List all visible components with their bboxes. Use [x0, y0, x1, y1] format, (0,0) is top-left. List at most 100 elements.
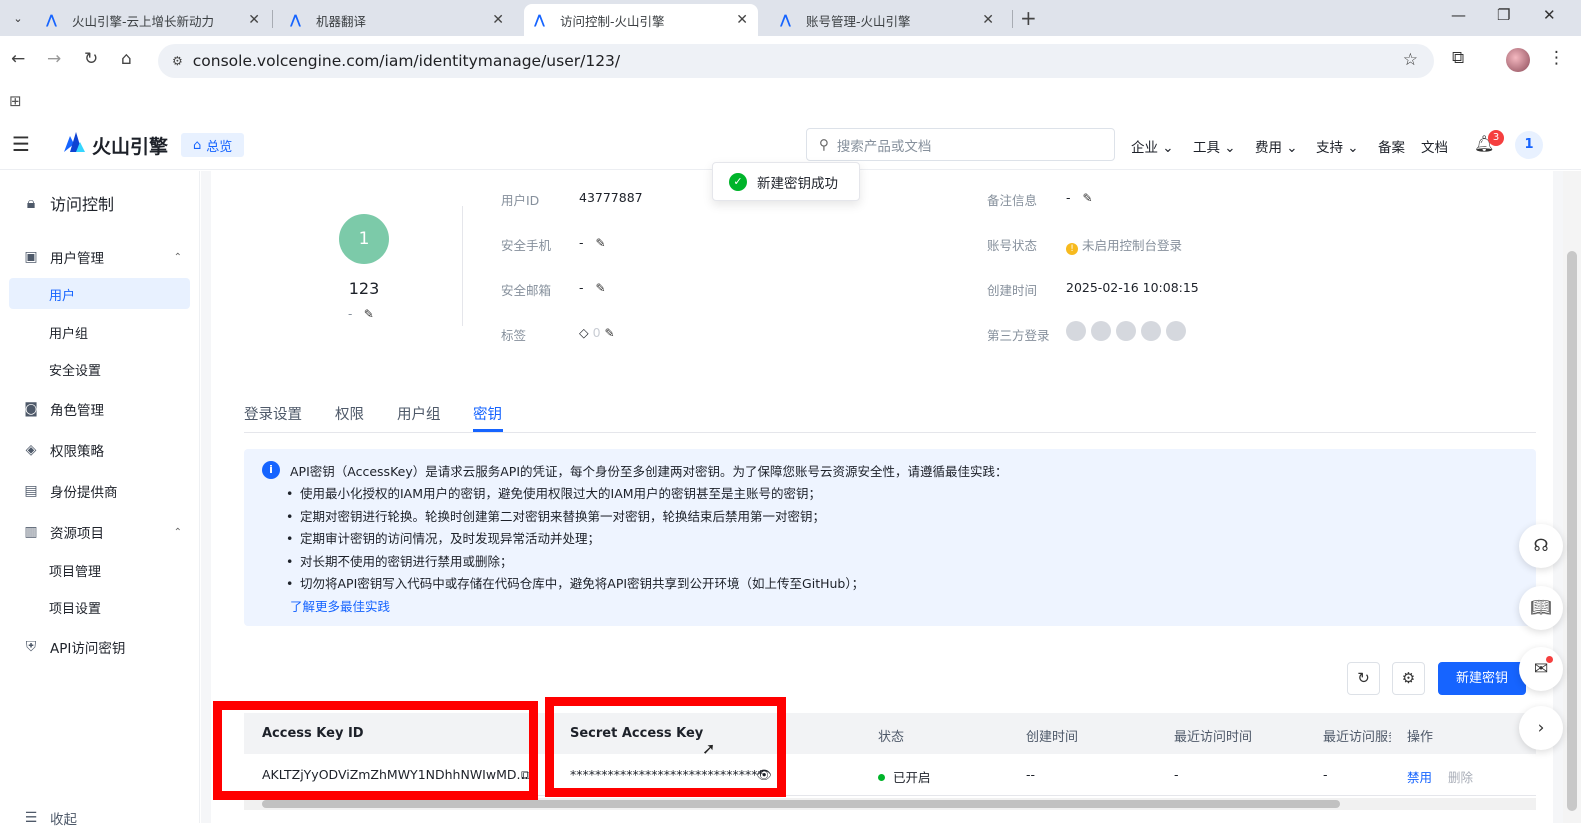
tab-permissions[interactable]: 权限	[335, 403, 364, 424]
close-window-icon[interactable]: ✕	[1543, 6, 1556, 24]
status-cell: 已开启	[878, 767, 931, 786]
console-search-input[interactable]: ⚲ 搜索产品或文档	[806, 128, 1115, 161]
gear-icon: ⚙	[1401, 669, 1416, 687]
scrollbar-thumb[interactable]	[1567, 251, 1577, 811]
scrollbar-thumb[interactable]	[262, 800, 1340, 808]
divider	[462, 206, 463, 326]
third-party-login-label: 第三方登录	[987, 328, 1050, 343]
feedback-button[interactable]: ✉	[1519, 647, 1563, 691]
edit-icon[interactable]: ✎	[595, 236, 605, 250]
sidebar-item-roles[interactable]: ◙ 角色管理	[22, 399, 182, 419]
browser-tab-1[interactable]: ⋀ 火山引擎-云上增长新动力 ✕	[36, 4, 270, 36]
notice-item: 对长期不使用的密钥进行禁用或删除；	[286, 551, 864, 574]
new-tab-icon[interactable]: +	[1020, 6, 1037, 30]
minimize-icon[interactable]: —	[1451, 6, 1466, 24]
refresh-button[interactable]: ↻	[1347, 662, 1380, 695]
tab-keys[interactable]: 密钥	[473, 403, 502, 424]
sidebar-item-projects[interactable]: ▥ 资源项目 ⌃	[22, 522, 182, 542]
sidebar-item-project-manage[interactable]: 项目管理	[49, 561, 101, 580]
close-tab-icon[interactable]: ✕	[736, 12, 748, 28]
last-access-cell: -	[1174, 767, 1179, 782]
apps-grid-icon[interactable]: ⊞	[9, 92, 22, 110]
back-icon[interactable]: ←	[11, 49, 25, 69]
browser-tab-4[interactable]: ⋀ 账号管理-火山引擎 ✕	[770, 4, 1004, 36]
close-tab-icon[interactable]: ✕	[982, 12, 994, 28]
nav-tools[interactable]: 工具 ⌄	[1193, 136, 1236, 156]
success-toast: ✓ 新建密钥成功	[712, 162, 860, 201]
account-avatar[interactable]: 1	[1515, 131, 1543, 159]
collapse-icon: ☰	[24, 810, 38, 826]
edit-icon[interactable]: ✎	[364, 307, 374, 321]
nav-filing[interactable]: 备案	[1378, 136, 1405, 156]
third-party-icon[interactable]	[1066, 321, 1086, 341]
user-name: 123	[348, 279, 380, 298]
bookmark-star-icon[interactable]: ☆	[1403, 50, 1418, 70]
profile-avatar[interactable]	[1506, 48, 1530, 72]
volcengine-logo-icon	[64, 132, 85, 152]
tab-separator	[1012, 10, 1013, 28]
restore-icon[interactable]: ❐	[1497, 6, 1510, 24]
vertical-scrollbar[interactable]	[1563, 171, 1581, 823]
warning-icon: !	[1066, 243, 1078, 255]
third-party-icon[interactable]	[1091, 321, 1111, 341]
browser-tab-bar: ⌄ ⋀ 火山引擎-云上增长新动力 ✕ ⋀ 机器翻译 ✕ ⋀ 访问控制-火山引擎 …	[0, 0, 1581, 36]
sidebar-item-policies[interactable]: ◈ 权限策略	[22, 440, 182, 460]
overview-label: 总览	[206, 139, 233, 155]
reload-icon[interactable]: ↻	[84, 49, 98, 69]
book-icon: 📖︎	[1530, 598, 1552, 618]
tab-login-settings[interactable]: 登录设置	[244, 403, 302, 424]
create-key-button[interactable]: 新建密钥	[1438, 662, 1526, 695]
third-party-icon[interactable]	[1141, 321, 1161, 341]
extensions-icon[interactable]: ⧉	[1452, 48, 1464, 68]
sidebar-collapse[interactable]: ☰ 收起	[22, 808, 182, 828]
tab-separator	[272, 10, 273, 28]
tab-user-groups[interactable]: 用户组	[397, 403, 441, 424]
expand-button[interactable]: ›	[1519, 706, 1563, 750]
nav-enterprise[interactable]: 企业 ⌄	[1131, 136, 1174, 156]
sidebar-item-users[interactable]: 用户	[9, 278, 190, 309]
notice-item: 定期对密钥进行轮换。轮换时创建第二对密钥来替换第一对密钥，轮换结束后禁用第一对密…	[286, 506, 864, 529]
disable-link[interactable]: 禁用	[1407, 767, 1432, 786]
site-info-icon[interactable]: ⚙	[172, 54, 183, 68]
user-id-value: 43777887	[579, 190, 643, 205]
email-value: - ✎	[579, 280, 606, 295]
nav-support[interactable]: 支持 ⌄	[1316, 136, 1359, 156]
browser-tab-2[interactable]: ⋀ 机器翻译 ✕	[280, 4, 514, 36]
tab-search-icon[interactable]: ⌄	[6, 6, 30, 30]
url-bar[interactable]: ⚙ console.volcengine.com/iam/identityman…	[158, 44, 1434, 78]
search-placeholder: 搜索产品或文档	[836, 138, 932, 155]
tag-icon: ◇	[579, 325, 589, 340]
third-party-icon[interactable]	[1166, 321, 1186, 341]
menu-icon[interactable]: ☰	[12, 132, 30, 156]
shield-icon: ⛨	[25, 639, 37, 655]
docs-button[interactable]: 📖︎	[1519, 586, 1563, 630]
sidebar-item-api-keys[interactable]: ⛨ API访问密钥	[22, 637, 182, 657]
overview-button[interactable]: ⌂ 总览	[181, 133, 245, 157]
detail-tabs: 登录设置 权限 用户组 密钥	[244, 393, 1536, 433]
created-cell: --	[1026, 767, 1036, 782]
phone-value: - ✎	[579, 235, 606, 250]
sidebar-item-idp[interactable]: ▤ 身份提供商	[22, 481, 182, 501]
tiktok-icon[interactable]	[1116, 321, 1136, 341]
forward-icon[interactable]: →	[47, 49, 61, 69]
settings-button[interactable]: ⚙	[1392, 662, 1425, 695]
close-tab-icon[interactable]: ✕	[492, 12, 504, 28]
close-tab-icon[interactable]: ✕	[248, 12, 260, 28]
chevron-up-icon: ⌃	[173, 526, 182, 538]
edit-icon[interactable]: ✎	[595, 281, 605, 295]
nav-docs[interactable]: 文档	[1421, 136, 1448, 156]
browser-menu-icon[interactable]: ⋮	[1548, 48, 1565, 68]
home-icon[interactable]: ⌂	[121, 49, 132, 69]
sidebar-item-project-settings[interactable]: 项目设置	[49, 598, 101, 617]
sidebar-item-user-manage[interactable]: ▣ 用户管理 ⌃	[22, 247, 182, 267]
delete-link[interactable]: 删除	[1448, 767, 1473, 786]
sidebar-item-security-settings[interactable]: 安全设置	[49, 360, 101, 379]
edit-icon[interactable]: ✎	[605, 326, 615, 340]
learn-more-link[interactable]: 了解更多最佳实践	[290, 596, 390, 615]
nav-billing[interactable]: 费用 ⌄	[1255, 136, 1298, 156]
browser-tab-3[interactable]: ⋀ 访问控制-火山引擎 ✕	[524, 4, 758, 36]
remark-value: - ✎	[1066, 190, 1093, 205]
edit-icon[interactable]: ✎	[1082, 191, 1092, 205]
customer-service-button[interactable]: ☊	[1519, 524, 1563, 568]
sidebar-item-user-groups[interactable]: 用户组	[49, 323, 88, 342]
